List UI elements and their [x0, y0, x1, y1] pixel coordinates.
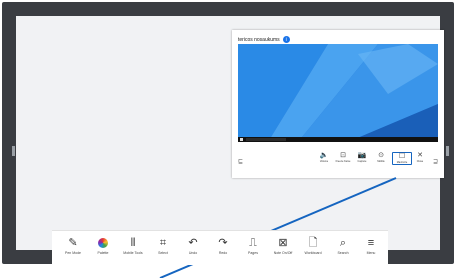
palette-button[interactable]: Palette — [88, 235, 118, 255]
maximize-icon: ☐ — [398, 153, 406, 160]
right-edge-handle[interactable] — [446, 146, 449, 156]
menu-icon: ≡ — [367, 237, 375, 249]
preview-left-icon[interactable]: ⊑ — [238, 158, 243, 165]
pages-button[interactable]: ⎍ Pages — [238, 235, 268, 255]
undo-icon: ↶ — [188, 237, 198, 249]
select-icon: ⌗ — [159, 237, 167, 249]
note-icon: ⊠ — [278, 237, 288, 249]
windows-start-icon — [240, 138, 243, 141]
pen-mode-button[interactable]: ✎ Pen Mode — [58, 235, 88, 255]
palette-icon — [88, 235, 118, 251]
redo-icon: ↷ — [218, 237, 228, 249]
left-edge-handle[interactable] — [12, 146, 15, 156]
freeze-frame-button[interactable]: ⊡ Freeze frame — [335, 152, 351, 163]
source-preview-window[interactable]: tericos nosaukums i ⊑ 🔈 Volume ⊡ Freeze … — [232, 30, 444, 178]
preview-title-bar: tericos nosaukums i — [238, 36, 290, 43]
select-button[interactable]: ⌗ Select — [148, 235, 178, 255]
taskbar — [238, 137, 438, 142]
undo-button[interactable]: ↶ Undo — [178, 235, 208, 255]
desktop-preview-image — [238, 44, 438, 142]
info-icon[interactable]: i — [282, 36, 290, 43]
search-icon: ⌕ — [339, 237, 347, 249]
capture-button[interactable]: 📷 Capture — [354, 152, 370, 163]
preview-right-icon[interactable]: ⊒ — [433, 158, 438, 165]
close-icon: ✕ — [417, 152, 423, 159]
note-toggle-button[interactable]: ⊠ Note On/Off — [268, 235, 298, 255]
mobile-icon: ⊙ — [378, 152, 384, 159]
maximize-button[interactable]: ☐ Maximize — [392, 152, 412, 165]
workboard-icon: 🗋 — [308, 237, 318, 249]
bottom-toolbar: ✎ Pen Mode Palette ⫴ Mobile Tools ⌗ Sele… — [52, 230, 388, 265]
pen-icon: ✎ — [68, 237, 78, 249]
preview-toolbar: ⊑ 🔈 Volume ⊡ Freeze frame 📷 Capture ⊙ Mo… — [236, 148, 440, 174]
volume-button[interactable]: 🔈 Volume — [316, 152, 332, 163]
windows-wallpaper — [238, 44, 438, 142]
close-button[interactable]: ✕ Close — [412, 152, 428, 163]
pages-icon: ⎍ — [249, 237, 257, 249]
mobile-button[interactable]: ⊙ Mobile — [373, 152, 389, 163]
mobile-tools-button[interactable]: ⫴ Mobile Tools — [118, 235, 148, 255]
brush-icon: ⫴ — [130, 237, 136, 249]
capture-icon: 📷 — [357, 152, 367, 159]
search-button[interactable]: ⌕ Search — [328, 235, 358, 255]
preview-title: tericos nosaukums — [238, 36, 280, 43]
redo-button[interactable]: ↷ Redo — [208, 235, 238, 255]
speaker-icon: 🔈 — [319, 152, 329, 159]
menu-button[interactable]: ≡ Menu — [356, 235, 386, 255]
workboard-button[interactable]: 🗋 Workboard — [298, 235, 328, 255]
freeze-frame-icon: ⊡ — [340, 152, 346, 159]
taskbar-search — [246, 138, 286, 141]
